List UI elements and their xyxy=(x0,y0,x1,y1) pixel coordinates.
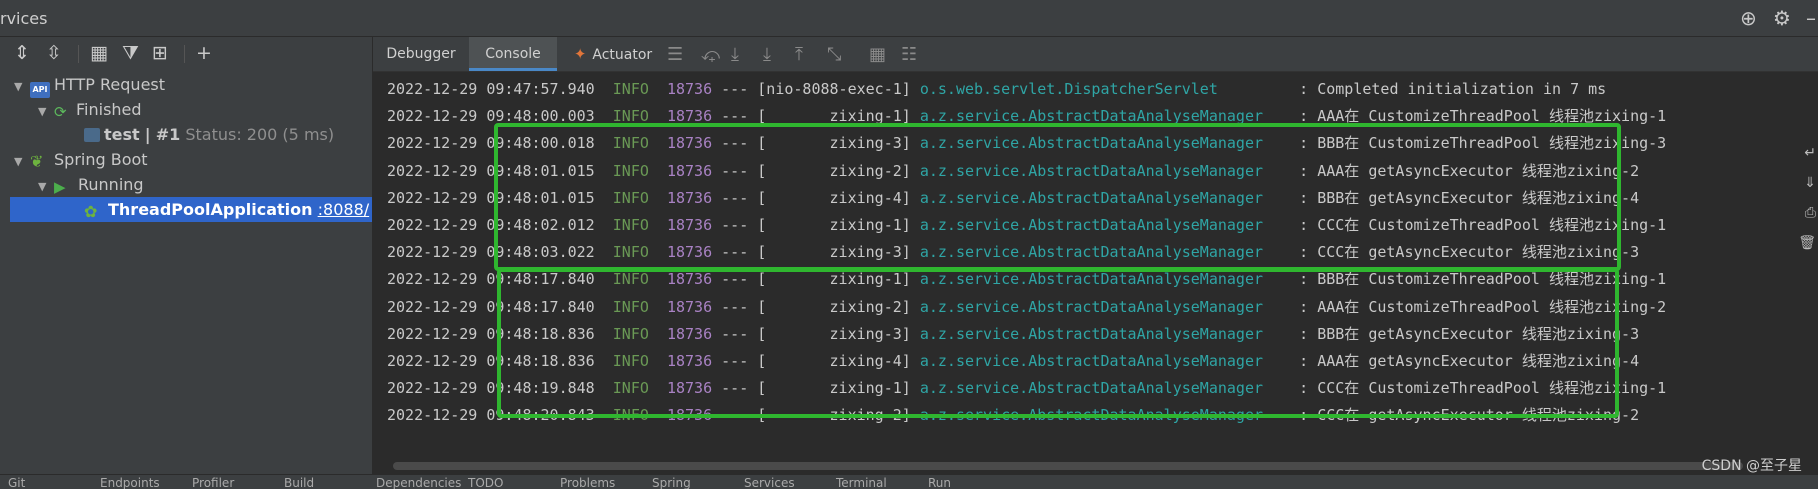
bottom-tab-problems[interactable]: Problems xyxy=(560,476,615,489)
tree-item-label: Spring Boot xyxy=(54,150,148,169)
log-date: 2022-12-29 xyxy=(387,161,478,180)
log-date: 2022-12-29 xyxy=(387,379,478,398)
log-level: INFO xyxy=(612,80,649,98)
chevron-down-icon[interactable]: ▼ xyxy=(38,99,54,124)
bottom-tab-terminal[interactable]: Terminal xyxy=(836,476,887,489)
tab-label: Actuator xyxy=(592,47,653,63)
run-to-cursor-icon[interactable]: ⤡ xyxy=(827,44,841,65)
soft-wrap-icon[interactable]: ↵ xyxy=(1804,145,1816,161)
tree-item-test[interactable]: test | #1 Status: 200 (5 ms) xyxy=(84,122,334,147)
tree-item-label: HTTP Request xyxy=(54,75,166,94)
bottom-tab-todo[interactable]: TODO xyxy=(468,476,503,489)
test-id: #1 xyxy=(155,125,181,144)
step-over-icon[interactable]: ⤓ xyxy=(731,44,739,65)
test-separator: | xyxy=(144,125,151,144)
collapse-all-icon[interactable]: ⇳ xyxy=(46,42,62,64)
tree-item-running[interactable]: ▼ ▶ Running xyxy=(38,172,144,197)
spring-boot-icon: ❦ xyxy=(30,152,44,171)
chevron-down-icon[interactable]: ▼ xyxy=(14,74,30,99)
log-thread: [nio-8088-exec-1] xyxy=(757,80,911,98)
console-tabbar: Debugger Console ✦ Actuator ☰ ⤽ ⤓ ⤓ ⤒ ⤡ ▦… xyxy=(373,37,1818,72)
trash-icon[interactable]: 🗑 xyxy=(1798,235,1816,251)
add-service-icon[interactable]: + xyxy=(196,42,212,64)
log-date: 2022-12-29 xyxy=(387,107,478,126)
expand-all-icon[interactable]: ⇕ xyxy=(14,42,30,64)
log-date: 2022-12-29 xyxy=(387,243,478,262)
log-date: 2022-12-29 xyxy=(387,270,478,289)
step-out-icon[interactable]: ⤒ xyxy=(795,44,803,65)
spring-app-icon: ✿ xyxy=(84,202,98,221)
window-title: rvices xyxy=(0,9,48,28)
csdn-watermark: CSDN @至子星 xyxy=(1701,458,1802,474)
refresh-check-icon: ⟳ xyxy=(54,103,67,121)
app-name: ThreadPoolApplication xyxy=(108,200,313,219)
bottom-tool-bar: Git Endpoints Profiler Build Dependencies TOD… xyxy=(0,474,1818,489)
minimize-icon[interactable]: – xyxy=(1806,6,1816,30)
trace-icon[interactable]: ☷ xyxy=(901,44,917,65)
log-date: 2022-12-29 xyxy=(387,80,478,98)
tab-actuator[interactable]: ✦ Actuator xyxy=(559,37,667,71)
app-port-link[interactable]: :8088/ xyxy=(318,200,370,219)
title-bar: rvices ⊕ ⚙ – xyxy=(0,0,1818,37)
bottom-tab-endpoints[interactable]: Endpoints xyxy=(100,476,160,489)
test-name: test xyxy=(104,125,140,144)
toolbar-divider xyxy=(184,45,185,63)
show-execution-point-icon[interactable]: ⤽ xyxy=(701,44,720,65)
chevron-down-icon[interactable]: ▼ xyxy=(38,174,54,199)
log-separator: --- xyxy=(721,80,749,98)
highlight-box-first-batch xyxy=(494,123,1621,271)
log-date: 2022-12-29 xyxy=(387,406,478,425)
api-icon: API xyxy=(30,82,50,98)
tree-item-spring-boot[interactable]: ▼ ❦ Spring Boot xyxy=(14,147,148,172)
request-icon xyxy=(84,128,100,142)
step-into-icon[interactable]: ⤓ xyxy=(763,44,771,65)
log-date: 2022-12-29 xyxy=(387,324,478,343)
menu-icon[interactable]: ☰ xyxy=(667,44,683,65)
bottom-tab-spring[interactable]: Spring xyxy=(652,476,691,489)
tree-item-label: Running xyxy=(78,175,144,194)
bottom-tab-run[interactable]: Run xyxy=(928,476,951,489)
services-tree-panel: ⇕ ⇳ ▦ ⧩ ⊞ + ▼ API HTTP Request ▼ ⟳ Finished … xyxy=(0,37,373,474)
log-logger: o.s.web.servlet.DispatcherServlet xyxy=(919,80,1282,98)
print-icon[interactable]: ⎙ xyxy=(1805,205,1816,221)
actuator-icon: ✦ xyxy=(573,45,587,63)
tree-item-threadpoolapplication[interactable]: ✿ ThreadPoolApplication :8088/ xyxy=(10,197,372,222)
bottom-tab-git[interactable]: Git xyxy=(8,476,25,489)
play-icon: ▶ xyxy=(54,178,66,196)
bottom-tab-services[interactable]: Services xyxy=(744,476,795,489)
log-date: 2022-12-29 xyxy=(387,216,478,234)
log-date: 2022-12-29 xyxy=(387,134,478,153)
gear-icon[interactable]: ⚙ xyxy=(1773,6,1791,30)
log-date: 2022-12-29 xyxy=(387,352,478,370)
log-pid: 18736 xyxy=(666,80,713,98)
log-message: : Completed initialization in 7 ms xyxy=(1299,80,1607,98)
filter-icon[interactable]: ⧩ xyxy=(122,42,139,64)
log-time: 09:47:57.940 xyxy=(486,80,595,98)
group-by-icon[interactable]: ▦ xyxy=(90,42,108,64)
crosshair-icon[interactable]: ⊕ xyxy=(1740,6,1757,30)
horizontal-scrollbar[interactable] xyxy=(393,462,1743,470)
log-date: 2022-12-29 xyxy=(387,188,478,207)
log-date: 2022-12-29 xyxy=(387,297,478,316)
new-tab-icon[interactable]: ⊞ xyxy=(152,42,168,64)
services-toolbar: ⇕ ⇳ ▦ ⧩ ⊞ + xyxy=(0,37,372,71)
tree-item-finished[interactable]: ▼ ⟳ Finished xyxy=(38,97,142,122)
tab-debugger[interactable]: Debugger xyxy=(373,37,469,71)
highlight-box-second-batch xyxy=(497,268,1619,418)
console-panel: Debugger Console ✦ Actuator ☰ ⤽ ⤓ ⤓ ⤒ ⤡ ▦… xyxy=(373,37,1818,474)
evaluate-icon[interactable]: ▦ xyxy=(869,44,886,65)
tree-item-http-request[interactable]: ▼ API HTTP Request xyxy=(14,72,166,99)
scroll-end-icon[interactable]: ⇓ xyxy=(1804,175,1816,191)
bottom-tab-build[interactable]: Build xyxy=(284,476,314,489)
test-status: Status: 200 (5 ms) xyxy=(185,125,335,144)
console-log-line: 2022-12-29 09:47:57.940 INFO 18736 --- [… xyxy=(387,76,1606,103)
tree-item-label: Finished xyxy=(76,100,142,119)
bottom-tab-profiler[interactable]: Profiler xyxy=(192,476,234,489)
bottom-tab-dependencies[interactable]: Dependencies xyxy=(376,476,461,489)
toolbar-divider xyxy=(78,45,79,63)
tab-console[interactable]: Console xyxy=(469,37,557,71)
chevron-down-icon[interactable]: ▼ xyxy=(14,149,30,174)
